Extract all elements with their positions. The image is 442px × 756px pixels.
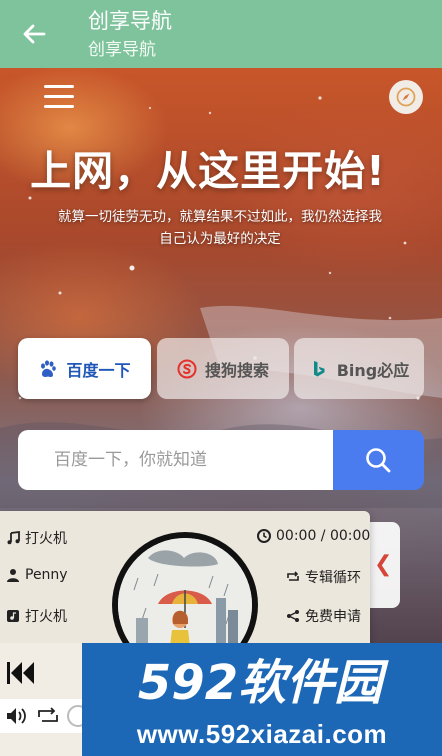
engine-tab-baidu[interactable]: 百度一下 (18, 338, 151, 399)
bing-icon (313, 360, 325, 376)
watermark-logo: 592软件园 (138, 655, 389, 711)
hero-tagline: 就算一切徒劳无功，就算结果不过如此，我仍然选择我自己认为最好的决定 (58, 209, 382, 247)
album-icon (7, 610, 19, 622)
music-note-icon (7, 531, 20, 545)
engine-label: 百度一下 (66, 360, 131, 380)
engine-label: Bing必应 (336, 360, 410, 380)
share-icon (287, 610, 299, 622)
menu-bar (44, 95, 74, 98)
chevron-left-icon[interactable]: ❮ (374, 552, 392, 577)
app-subtitle: 创享导航 (88, 40, 156, 60)
engine-tab-bing[interactable]: Bing必应 (294, 338, 424, 399)
menu-bar (44, 85, 74, 88)
artist-name: Penny (25, 567, 68, 583)
engine-tab-sogou[interactable]: 搜狗搜索 (157, 338, 289, 399)
menu-button[interactable] (44, 85, 74, 111)
volume-icon[interactable] (6, 706, 28, 726)
loop-icon[interactable] (37, 706, 59, 726)
user-icon (7, 569, 19, 582)
sogou-icon (177, 359, 197, 378)
engine-label: 搜狗搜索 (204, 360, 269, 380)
search-input[interactable] (54, 430, 324, 490)
previous-track-icon[interactable] (6, 660, 36, 686)
search-icon (366, 448, 391, 473)
menu-bar (44, 105, 74, 108)
play-mode-row[interactable]: 专辑循环 (286, 567, 361, 587)
album-name: 打火机 (25, 609, 67, 625)
compass-button[interactable] (389, 80, 423, 114)
compass-icon (396, 87, 416, 107)
artist-row: Penny (6, 567, 68, 583)
time-row: 00:00 / 00:00 (257, 528, 370, 544)
search-box (18, 430, 334, 490)
watermark-banner: 592软件园 www.592xiazai.com (82, 643, 442, 756)
play-time: 00:00 / 00:00 (276, 528, 371, 544)
album-row: 打火机 (6, 606, 67, 626)
song-title-row: 打火机 (6, 528, 67, 548)
share-label: 免费申请 (305, 609, 361, 625)
share-row[interactable]: 免费申请 (286, 606, 361, 626)
baidu-paw-icon (41, 359, 57, 377)
watermark-url: www.592xiazai.com (136, 719, 388, 749)
app-bar: 创享导航 创享导航 (0, 0, 442, 68)
song-title: 打火机 (25, 531, 67, 547)
search-button[interactable] (333, 430, 424, 490)
clock-icon (257, 529, 271, 543)
back-arrow-icon[interactable] (20, 20, 48, 48)
repeat-icon (287, 571, 299, 581)
app-title: 创享导航 (88, 9, 172, 33)
hero-headline: 上网，从这里开始! (30, 147, 386, 195)
play-mode-label: 专辑循环 (305, 570, 361, 586)
svg-text:592软件园: 592软件园 (138, 655, 389, 711)
